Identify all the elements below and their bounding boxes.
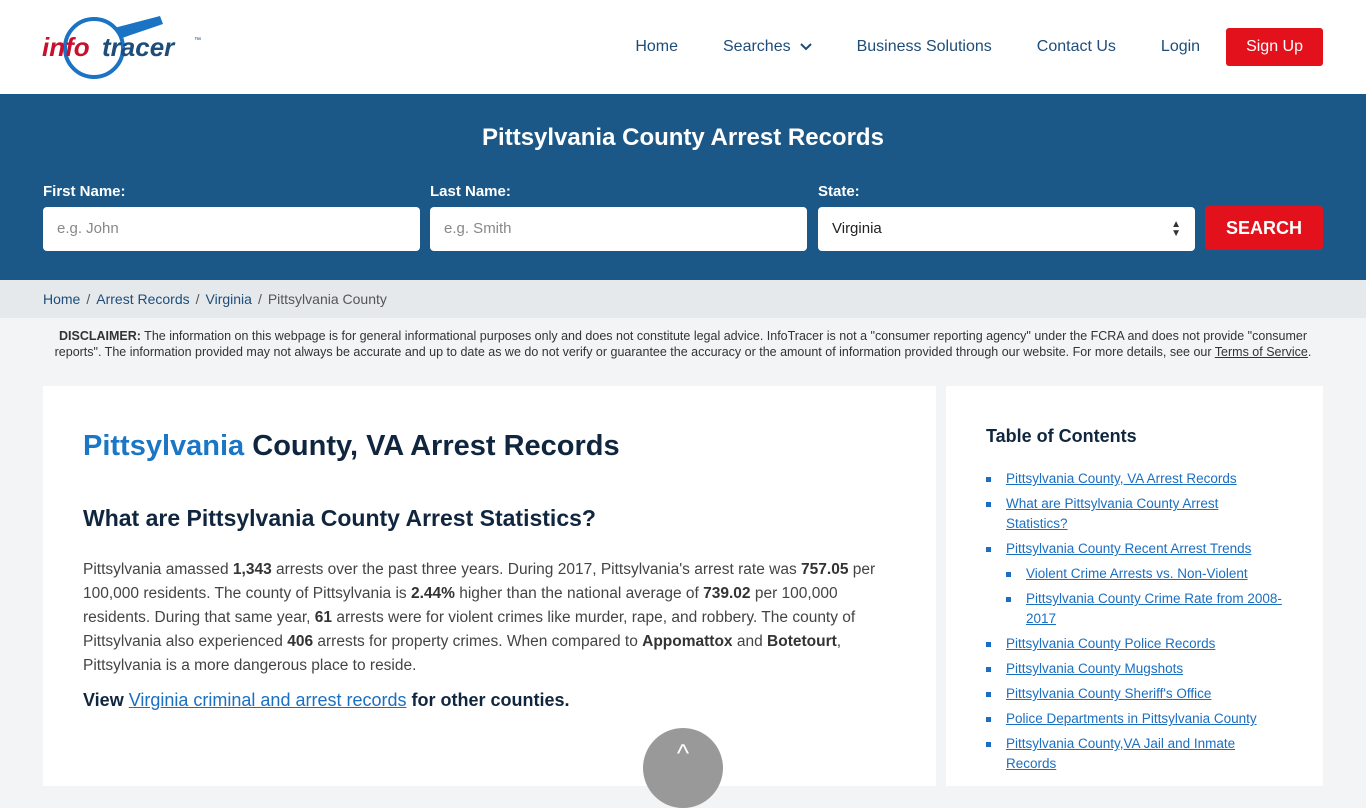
main-nav: Home Searches Business Solutions Contact…: [590, 28, 1323, 66]
nav-contact-us[interactable]: Contact Us: [1037, 38, 1116, 56]
first-name-group: First Name: e.g. John: [43, 183, 420, 251]
table-of-contents: Table of Contents Pittsylvania County, V…: [946, 386, 1323, 786]
search-band: Pittsylvania County Arrest Records First…: [0, 94, 1366, 280]
svg-text:tracer: tracer: [102, 32, 176, 62]
scroll-to-top-button[interactable]: ^: [643, 728, 723, 808]
breadcrumb: Home / Arrest Records / Virginia / Pittsylvani…: [0, 280, 1366, 318]
toc-link[interactable]: Pittsylvania County Crime Rate from 2008…: [1026, 591, 1282, 626]
last-name-label: Last Name:: [430, 183, 511, 200]
toc-link[interactable]: Pittsylvania County Recent Arrest Trends: [1006, 541, 1251, 556]
terms-of-service-link[interactable]: Terms of Service: [1215, 345, 1308, 359]
breadcrumb-arrest-records[interactable]: Arrest Records: [96, 291, 189, 307]
toc-link[interactable]: Pittsylvania County Sheriff's Office: [1006, 686, 1211, 701]
toc-link[interactable]: Pittsylvania County Police Records: [1006, 636, 1215, 651]
virginia-records-link[interactable]: Virginia criminal and arrest records: [129, 690, 407, 710]
toc-item: Pittsylvania County Recent Arrest Trends: [986, 539, 1283, 559]
infotracer-logo[interactable]: info tracer ™: [42, 14, 212, 80]
disclaimer: DISCLAIMER: The information on this webp…: [54, 329, 1312, 359]
select-arrows-icon: ▲ ▼: [1171, 219, 1181, 239]
toc-item: Police Departments in Pittsylvania Count…: [986, 709, 1283, 729]
statistics-paragraph: Pittsylvania amassed 1,343 arrests over …: [83, 561, 876, 674]
breadcrumb-current: Pittsylvania County: [267, 291, 387, 307]
chevron-up-icon: ^: [676, 738, 690, 768]
toc-item: Pittsylvania County Mugshots: [986, 659, 1283, 679]
toc-link[interactable]: Police Departments in Pittsylvania Count…: [1006, 711, 1257, 726]
chevron-down-icon: [799, 43, 812, 51]
toc-link[interactable]: What are Pittsylvania County Arrest Stat…: [1006, 496, 1218, 531]
breadcrumb-home[interactable]: Home: [43, 291, 80, 307]
sign-up-button[interactable]: Sign Up: [1226, 28, 1323, 66]
state-select[interactable]: Virginia ▲ ▼: [818, 207, 1195, 251]
toc-item: What are Pittsylvania County Arrest Stat…: [986, 494, 1283, 534]
nav-login[interactable]: Login: [1161, 38, 1200, 56]
nav-searches[interactable]: Searches: [723, 38, 812, 56]
last-name-group: Last Name: e.g. Smith: [430, 183, 807, 251]
svg-text:info: info: [42, 32, 90, 62]
state-value: Virginia: [832, 220, 882, 237]
header: info tracer ™ Home Searches Business Sol…: [0, 0, 1366, 94]
toc-link[interactable]: Pittsylvania County,VA Jail and Inmate R…: [1006, 736, 1235, 771]
toc-link[interactable]: Pittsylvania County Mugshots: [1006, 661, 1183, 676]
toc-item: Pittsylvania County Police Records: [986, 634, 1283, 654]
page-title: Pittsylvania County Arrest Records: [482, 124, 884, 151]
toc-item: Pittsylvania County Sheriff's Office: [986, 684, 1283, 704]
state-label: State:: [818, 183, 860, 200]
article-title: Pittsylvania County, VA Arrest Records: [83, 430, 620, 462]
nav-searches-label: Searches: [723, 38, 791, 55]
nav-business-solutions[interactable]: Business Solutions: [857, 38, 992, 56]
toc-list: Pittsylvania County, VA Arrest Records Wh…: [986, 469, 1283, 774]
toc-title: Table of Contents: [986, 426, 1137, 446]
state-group: State: Virginia ▲ ▼: [818, 183, 1195, 251]
first-name-input[interactable]: e.g. John: [43, 207, 420, 251]
view-records-line: View Virginia criminal and arrest record…: [83, 690, 570, 710]
toc-link[interactable]: Violent Crime Arrests vs. Non-Violent: [1026, 566, 1248, 581]
first-name-label: First Name:: [43, 183, 126, 200]
toc-item: Violent Crime Arrests vs. Non-Violent: [1006, 564, 1283, 584]
svg-text:™: ™: [194, 37, 201, 44]
article: Pittsylvania County, VA Arrest Records W…: [43, 386, 936, 786]
toc-link[interactable]: Pittsylvania County, VA Arrest Records: [1006, 471, 1237, 486]
toc-item: Pittsylvania County Crime Rate from 2008…: [1006, 589, 1283, 629]
search-button[interactable]: SEARCH: [1205, 206, 1323, 250]
toc-item: Pittsylvania County,VA Jail and Inmate R…: [986, 734, 1283, 774]
statistics-heading: What are Pittsylvania County Arrest Stat…: [83, 505, 596, 531]
nav-home[interactable]: Home: [635, 38, 678, 56]
breadcrumb-virginia[interactable]: Virginia: [206, 291, 252, 307]
toc-item: Pittsylvania County, VA Arrest Records: [986, 469, 1283, 489]
last-name-input[interactable]: e.g. Smith: [430, 207, 807, 251]
